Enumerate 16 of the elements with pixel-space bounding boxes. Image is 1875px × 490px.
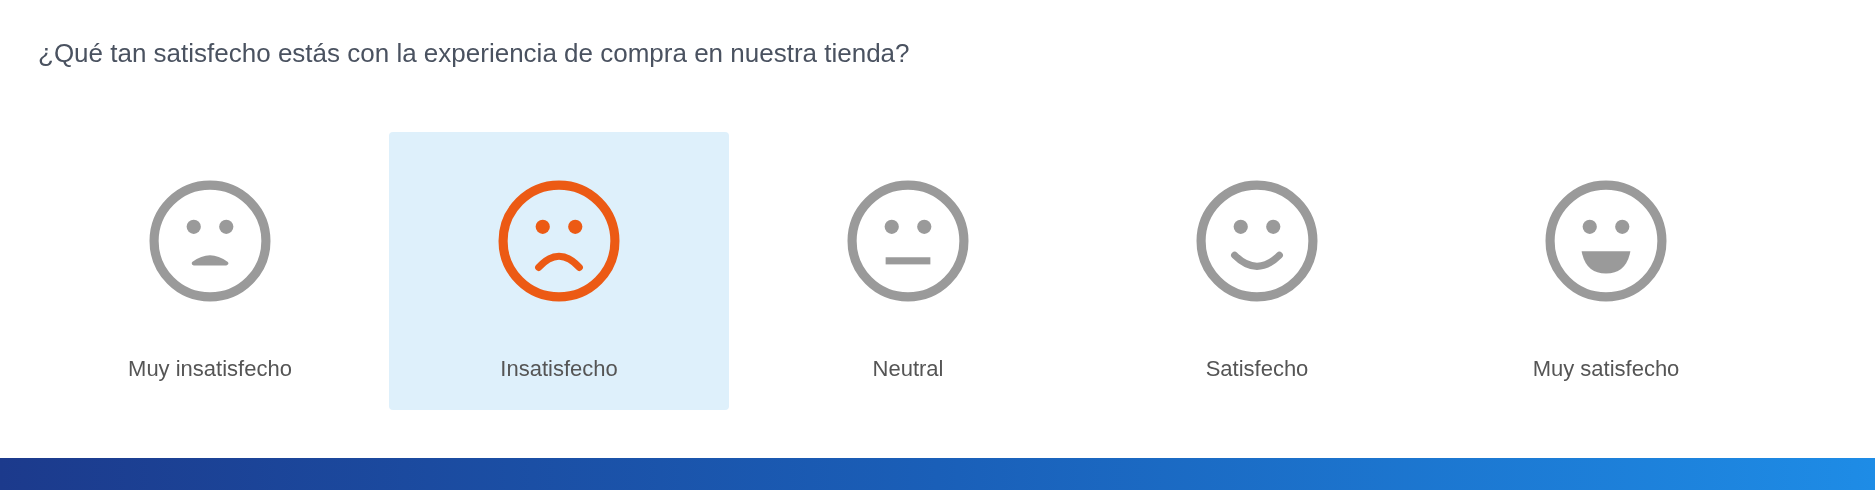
rating-option[interactable]: Muy insatisfecho [40,132,380,410]
face-icon [847,180,969,302]
rating-option[interactable]: Insatisfecho [389,132,729,410]
face-icon [149,180,271,302]
option-label: Muy satisfecho [1532,356,1680,382]
face-icon [1545,180,1667,302]
rating-option[interactable]: Neutral [738,132,1078,410]
rating-option[interactable]: Satisfecho [1087,132,1427,410]
option-label: Neutral [872,356,944,382]
rating-option[interactable]: Muy satisfecho [1436,132,1776,410]
survey-question: ¿Qué tan satisfecho estás con la experiencia de compra en nuestra tienda? [37,37,911,70]
face-icon [498,180,620,302]
option-label: Muy insatisfecho [128,356,292,382]
option-label: Insatisfecho [500,356,618,382]
face-icon [1196,180,1318,302]
option-label: Satisfecho [1205,356,1309,382]
